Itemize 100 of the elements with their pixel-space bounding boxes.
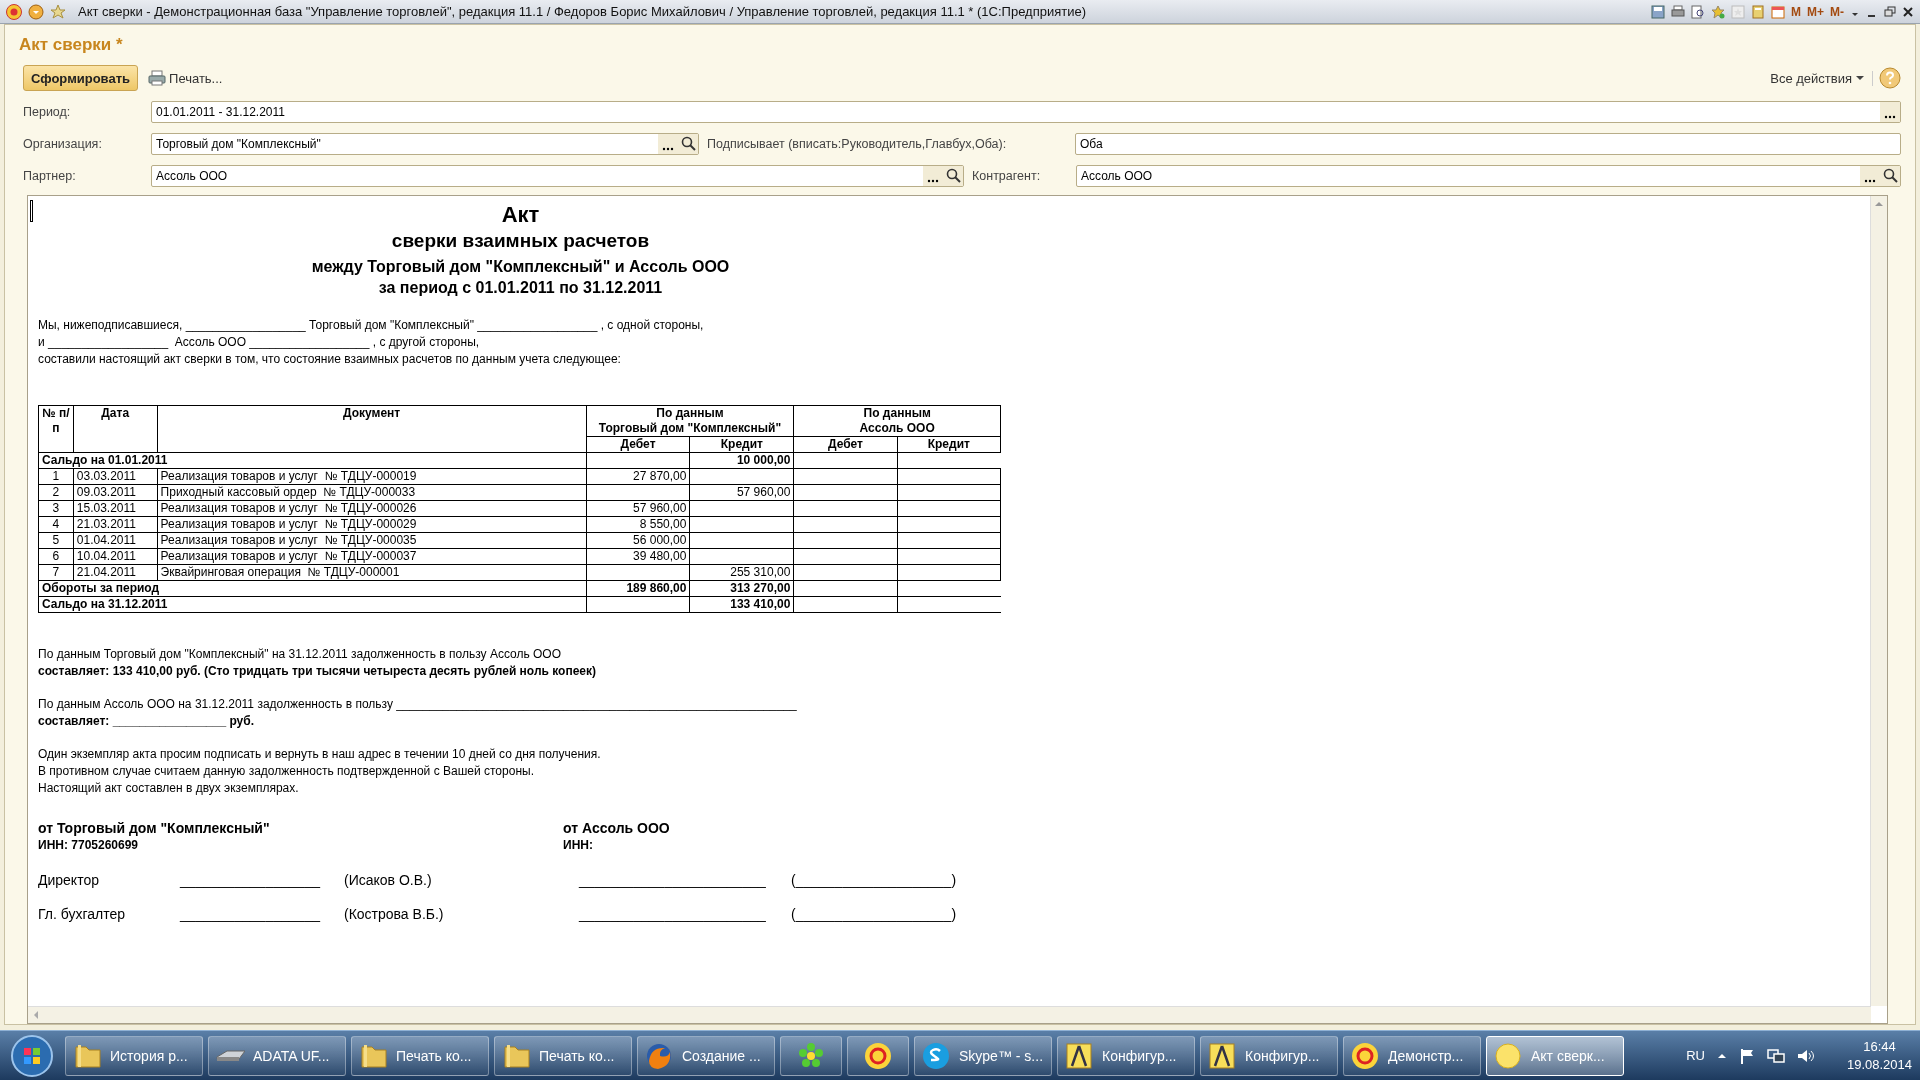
print-button[interactable]: Печать... [144, 70, 227, 86]
all-actions-menu[interactable]: Все действия [1766, 70, 1873, 86]
document-heading: Акт [500, 202, 541, 229]
memory-button[interactable]: M [1791, 4, 1801, 19]
table-cell: Обороты за период [38, 580, 587, 597]
taskbar-button[interactable]: История р... [65, 1035, 203, 1076]
column-header: Документ [157, 405, 587, 453]
taskbar-button[interactable]: Акт сверк... [1486, 1035, 1624, 1076]
ellipsis-button[interactable] [658, 134, 678, 154]
signer-name: (____________________) [791, 905, 958, 922]
memory-button[interactable]: M+ [1807, 4, 1824, 19]
search-button[interactable] [943, 166, 963, 186]
preview-icon[interactable] [1691, 4, 1705, 19]
calendar-icon[interactable] [1771, 4, 1785, 19]
compass-icon [1207, 1040, 1237, 1071]
table-cell: 03.03.2011 [73, 468, 158, 485]
compass-icon [1064, 1040, 1094, 1071]
table-cell: 133 410,00 [689, 596, 794, 613]
help-icon[interactable] [1879, 67, 1901, 89]
column-header: По данным Ассоль ООО [793, 405, 1001, 437]
column-header: № п/п [38, 405, 74, 453]
taskbar-button[interactable]: Конфигур... [1200, 1035, 1338, 1076]
taskbar-button[interactable]: Печать ко... [494, 1035, 632, 1076]
signer-field[interactable]: Оба [1075, 133, 1901, 155]
party-name: от Ассоль ООО [563, 819, 671, 836]
signer-role: Гл. бухгалтер [38, 905, 127, 922]
column-header: Дебет [793, 436, 898, 453]
clock-date[interactable]: 19.08.2014 [1846, 1055, 1912, 1074]
document-heading: за период с 01.01.2011 по 31.12.2011 [377, 278, 664, 298]
clock-time[interactable]: 16:44 [1863, 1037, 1896, 1056]
signature-line: __________________ [180, 871, 322, 888]
taskbar-button[interactable]: Создание ... [637, 1035, 775, 1076]
ellipsis-button[interactable] [1860, 166, 1880, 186]
table-cell: 27 870,00 [586, 468, 690, 485]
table-cell: 21.04.2011 [73, 564, 158, 581]
flag-icon[interactable] [1738, 1047, 1755, 1064]
dropdown-icon[interactable] [28, 3, 44, 20]
taskbar-button[interactable]: Демонстр... [1343, 1035, 1481, 1076]
restore-icon[interactable] [1884, 4, 1896, 19]
table-cell: 189 860,00 [586, 580, 690, 597]
signature-line: ________________________ [579, 871, 767, 888]
table-cell: Реализация товаров и услуг № ТДЦУ-000035 [157, 532, 587, 549]
star-icon[interactable] [50, 3, 66, 20]
taskbar-button[interactable]: Конфигур... [1057, 1035, 1195, 1076]
table-cell: 15.03.2011 [73, 500, 158, 517]
horizontal-scrollbar[interactable] [28, 1006, 1871, 1023]
printer-icon [148, 70, 167, 86]
table-cell: Приходный кассовый ордер № ТДЦУ-000033 [157, 484, 587, 501]
vertical-scrollbar[interactable] [1870, 196, 1887, 1006]
save-icon[interactable] [1651, 4, 1665, 19]
volume-icon[interactable] [1796, 1047, 1815, 1064]
table-cell: 5 [38, 532, 74, 549]
language-indicator[interactable]: RU [1686, 1048, 1705, 1063]
printer-icon[interactable] [1671, 4, 1685, 19]
document-heading: между Торговый дом "Комплексный" и Ассоль ООО [310, 257, 731, 277]
table-cell: Сальдо на 31.12.2011 [38, 596, 587, 613]
taskbar-button[interactable] [780, 1035, 842, 1076]
search-button[interactable] [1880, 166, 1900, 186]
paragraph-text: Настоящий акт составлен в двух экземплярах. [38, 780, 300, 796]
signer-role: Директор [38, 871, 100, 888]
app-logo-icon[interactable] [6, 3, 22, 20]
table-cell: 313 270,00 [689, 580, 794, 597]
signer-name: (____________________) [791, 871, 958, 888]
table-cell: 39 480,00 [586, 548, 690, 565]
ellipsis-button[interactable] [923, 166, 943, 186]
add-favorite-icon[interactable] [1711, 4, 1725, 19]
period-field[interactable]: 01.01.2011 - 31.12.2011 [151, 101, 1901, 123]
column-header: Кредит [689, 436, 794, 453]
ellipsis-button[interactable] [1880, 102, 1900, 122]
taskbar-button[interactable]: ADATA UF... [208, 1035, 346, 1076]
close-icon[interactable] [1902, 4, 1914, 19]
table-cell: 21.03.2011 [73, 516, 158, 533]
memory-button[interactable]: M- [1830, 4, 1844, 19]
organization-field[interactable]: Торговый дом "Комплексный" [151, 133, 699, 155]
field-label: Контрагент: [972, 169, 1042, 183]
signer-name: (Кострова В.Б.) [344, 905, 445, 922]
table-cell: 3 [38, 500, 74, 517]
table-cell: 10 000,00 [689, 452, 794, 469]
document-heading: сверки взаимных расчетов [390, 230, 651, 254]
taskbar-button[interactable]: Skype™ - s... [914, 1035, 1052, 1076]
field-label: Период: [23, 105, 72, 119]
table-cell: 57 960,00 [586, 500, 690, 517]
table-cell: 57 960,00 [689, 484, 794, 501]
network-icon[interactable] [1766, 1047, 1785, 1064]
intro-text: Мы, нижеподписавшиеся, __________________ Торговый дом "Комплексный" __________________ , с одной стороны, [38, 317, 705, 333]
taskbar-button[interactable]: Печать ко... [351, 1035, 489, 1076]
paragraph-text: В противном случае считаем данную задолженность подтвержденной с Вашей стороны. [38, 763, 535, 779]
table-cell: Сальдо на 01.01.2011 [38, 452, 587, 469]
tax-id: ИНН: 7705260699 [38, 837, 140, 852]
generate-button[interactable]: Сформировать [23, 65, 139, 91]
field-label: Подписывает (вписать:Руководитель,Главбух,Оба): [707, 137, 1008, 151]
partner-field[interactable]: Ассоль ООО [151, 165, 964, 187]
table-cell: Реализация товаров и услуг № ТДЦУ-000026 [157, 500, 587, 517]
column-header: По данным Торговый дом "Комплексный" [586, 405, 794, 437]
table-cell: 01.04.2011 [73, 532, 158, 549]
table-cell: 2 [38, 484, 74, 501]
taskbar-button[interactable] [847, 1035, 909, 1076]
counterparty-field[interactable]: Ассоль ООО [1076, 165, 1901, 187]
search-button[interactable] [678, 134, 698, 154]
table-cell: 4 [38, 516, 74, 533]
